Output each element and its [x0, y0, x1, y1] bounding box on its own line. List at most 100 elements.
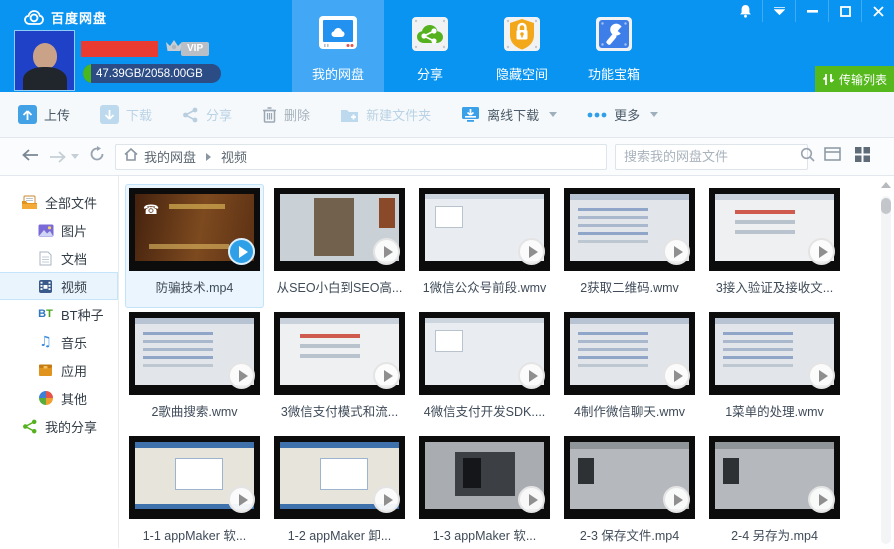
forward-icon[interactable] [49, 150, 79, 163]
play-button-icon[interactable] [808, 238, 835, 265]
tab-share-cloud[interactable]: 分享 [384, 0, 476, 92]
sidebar-item-videos[interactable]: 视频 [0, 272, 118, 300]
file-card[interactable]: 4制作微信聊天.wmv [560, 308, 699, 432]
file-name[interactable]: 1微信公众号前段.wmv [419, 277, 550, 296]
sidebar-item-my-share[interactable]: 我的分享 [0, 412, 118, 440]
file-card[interactable]: 2-4 另存为.mp4 [705, 432, 844, 549]
list-view-icon[interactable] [824, 147, 841, 166]
file-name[interactable]: 1-2 appMaker 卸... [274, 525, 405, 544]
file-grid-area: ☎ 防骗技术.mp4 从SEO小白到SEO高... 1微信公众号前段.wmv 2获取二维… [119, 176, 894, 548]
search-icon[interactable] [800, 147, 815, 167]
avatar[interactable] [14, 30, 75, 91]
file-card[interactable]: 1菜单的处理.wmv [705, 308, 844, 432]
file-name[interactable]: 3接入验证及接收文... [709, 277, 840, 296]
play-button-icon[interactable] [518, 486, 545, 513]
home-icon[interactable] [124, 147, 138, 166]
play-button-icon[interactable] [228, 238, 255, 265]
play-button-icon[interactable] [808, 362, 835, 389]
video-thumbnail[interactable] [274, 188, 405, 271]
maximize-icon[interactable] [828, 0, 861, 22]
breadcrumb-root[interactable]: 我的网盘 [144, 147, 196, 166]
scrollbar-thumb[interactable] [881, 198, 891, 214]
sidebar-item-music[interactable]: ♫ 音乐 [0, 328, 118, 356]
file-card[interactable]: 1-2 appMaker 卸... [270, 432, 409, 549]
tab-my-drive[interactable]: 我的网盘 [292, 0, 384, 92]
file-card[interactable]: ☎ 防骗技术.mp4 [125, 184, 264, 308]
play-button-icon[interactable] [663, 486, 690, 513]
tab-hidden-space[interactable]: 隐藏空间 [476, 0, 568, 92]
file-name[interactable]: 1菜单的处理.wmv [709, 401, 840, 420]
play-button-icon[interactable] [373, 362, 400, 389]
video-thumbnail[interactable] [564, 188, 695, 271]
sidebar-item-others[interactable]: 其他 [0, 384, 118, 412]
video-thumbnail[interactable] [419, 312, 550, 395]
file-card[interactable]: 2获取二维码.wmv [560, 184, 699, 308]
upload-button[interactable]: 上传 [18, 105, 70, 124]
forward-history-caret-icon[interactable] [71, 154, 79, 159]
play-button-icon[interactable] [663, 238, 690, 265]
back-icon[interactable] [22, 148, 39, 166]
video-thumbnail[interactable] [129, 312, 260, 395]
play-button-icon[interactable] [373, 486, 400, 513]
file-name[interactable]: 1-1 appMaker 软... [129, 525, 260, 544]
file-name[interactable]: 2-4 另存为.mp4 [709, 525, 840, 544]
grid-view-icon[interactable] [855, 146, 870, 167]
video-thumbnail[interactable] [129, 436, 260, 519]
sidebar-item-bt-seed[interactable]: B T BT种子 [0, 300, 118, 328]
offline-download-button[interactable]: 离线下载 [461, 105, 558, 124]
collapse-window-icon[interactable] [762, 0, 795, 22]
play-button-icon[interactable] [663, 362, 690, 389]
video-thumbnail[interactable] [274, 312, 405, 395]
vip-badge[interactable]: VIP [164, 38, 210, 59]
file-name[interactable]: 3微信支付模式和流... [274, 401, 405, 420]
play-button-icon[interactable] [808, 486, 835, 513]
file-card[interactable]: 1-3 appMaker 软... [415, 432, 554, 549]
file-card[interactable]: 2-3 保存文件.mp4 [560, 432, 699, 549]
more-dots-button[interactable]: 更多 [587, 105, 659, 124]
file-name[interactable]: 4微信支付开发SDK.... [419, 401, 550, 420]
video-thumbnail[interactable] [564, 436, 695, 519]
sidebar-item-apps[interactable]: 应用 [0, 356, 118, 384]
scrollbar-track[interactable] [881, 196, 891, 544]
file-card[interactable]: 2歌曲搜索.wmv [125, 308, 264, 432]
file-name[interactable]: 2-3 保存文件.mp4 [564, 525, 695, 544]
video-thumbnail[interactable] [709, 188, 840, 271]
minimize-icon[interactable] [795, 0, 828, 22]
file-name[interactable]: 2获取二维码.wmv [564, 277, 695, 296]
play-button-icon[interactable] [518, 238, 545, 265]
play-button-icon[interactable] [518, 362, 545, 389]
video-thumbnail[interactable]: ☎ [129, 188, 260, 271]
video-thumbnail[interactable] [709, 312, 840, 395]
play-button-icon[interactable] [228, 362, 255, 389]
play-button-icon[interactable] [228, 486, 255, 513]
chevron-down-icon[interactable] [549, 112, 558, 117]
file-card[interactable]: 3接入验证及接收文... [705, 184, 844, 308]
sidebar-item-pictures[interactable]: 图片 [0, 216, 118, 244]
file-name[interactable]: 4制作微信聊天.wmv [564, 401, 695, 420]
file-card[interactable]: 4微信支付开发SDK.... [415, 308, 554, 432]
file-card[interactable]: 3微信支付模式和流... [270, 308, 409, 432]
refresh-icon[interactable] [89, 146, 105, 167]
sidebar-item-all-files[interactable]: 全部文件 [0, 188, 118, 216]
chevron-down-icon[interactable] [650, 112, 659, 117]
video-thumbnail[interactable] [564, 312, 695, 395]
file-name[interactable]: 防骗技术.mp4 [129, 277, 260, 296]
play-button-icon[interactable] [373, 238, 400, 265]
sidebar-item-documents[interactable]: 文档 [0, 244, 118, 272]
file-card[interactable]: 1微信公众号前段.wmv [415, 184, 554, 308]
file-card[interactable]: 从SEO小白到SEO高... [270, 184, 409, 308]
scroll-up-icon[interactable] [881, 182, 891, 188]
transfer-list-button[interactable]: 传输列表 [815, 66, 894, 92]
bell-icon[interactable] [729, 0, 762, 22]
video-thumbnail[interactable] [419, 188, 550, 271]
search-input[interactable] [624, 149, 800, 164]
file-name[interactable]: 2歌曲搜索.wmv [129, 401, 260, 420]
video-thumbnail[interactable] [709, 436, 840, 519]
video-thumbnail[interactable] [419, 436, 550, 519]
tab-toolbox[interactable]: 功能宝箱 [568, 0, 660, 92]
video-thumbnail[interactable] [274, 436, 405, 519]
close-icon[interactable] [861, 0, 894, 22]
file-name[interactable]: 1-3 appMaker 软... [419, 525, 550, 544]
file-name[interactable]: 从SEO小白到SEO高... [274, 277, 405, 296]
file-card[interactable]: 1-1 appMaker 软... [125, 432, 264, 549]
